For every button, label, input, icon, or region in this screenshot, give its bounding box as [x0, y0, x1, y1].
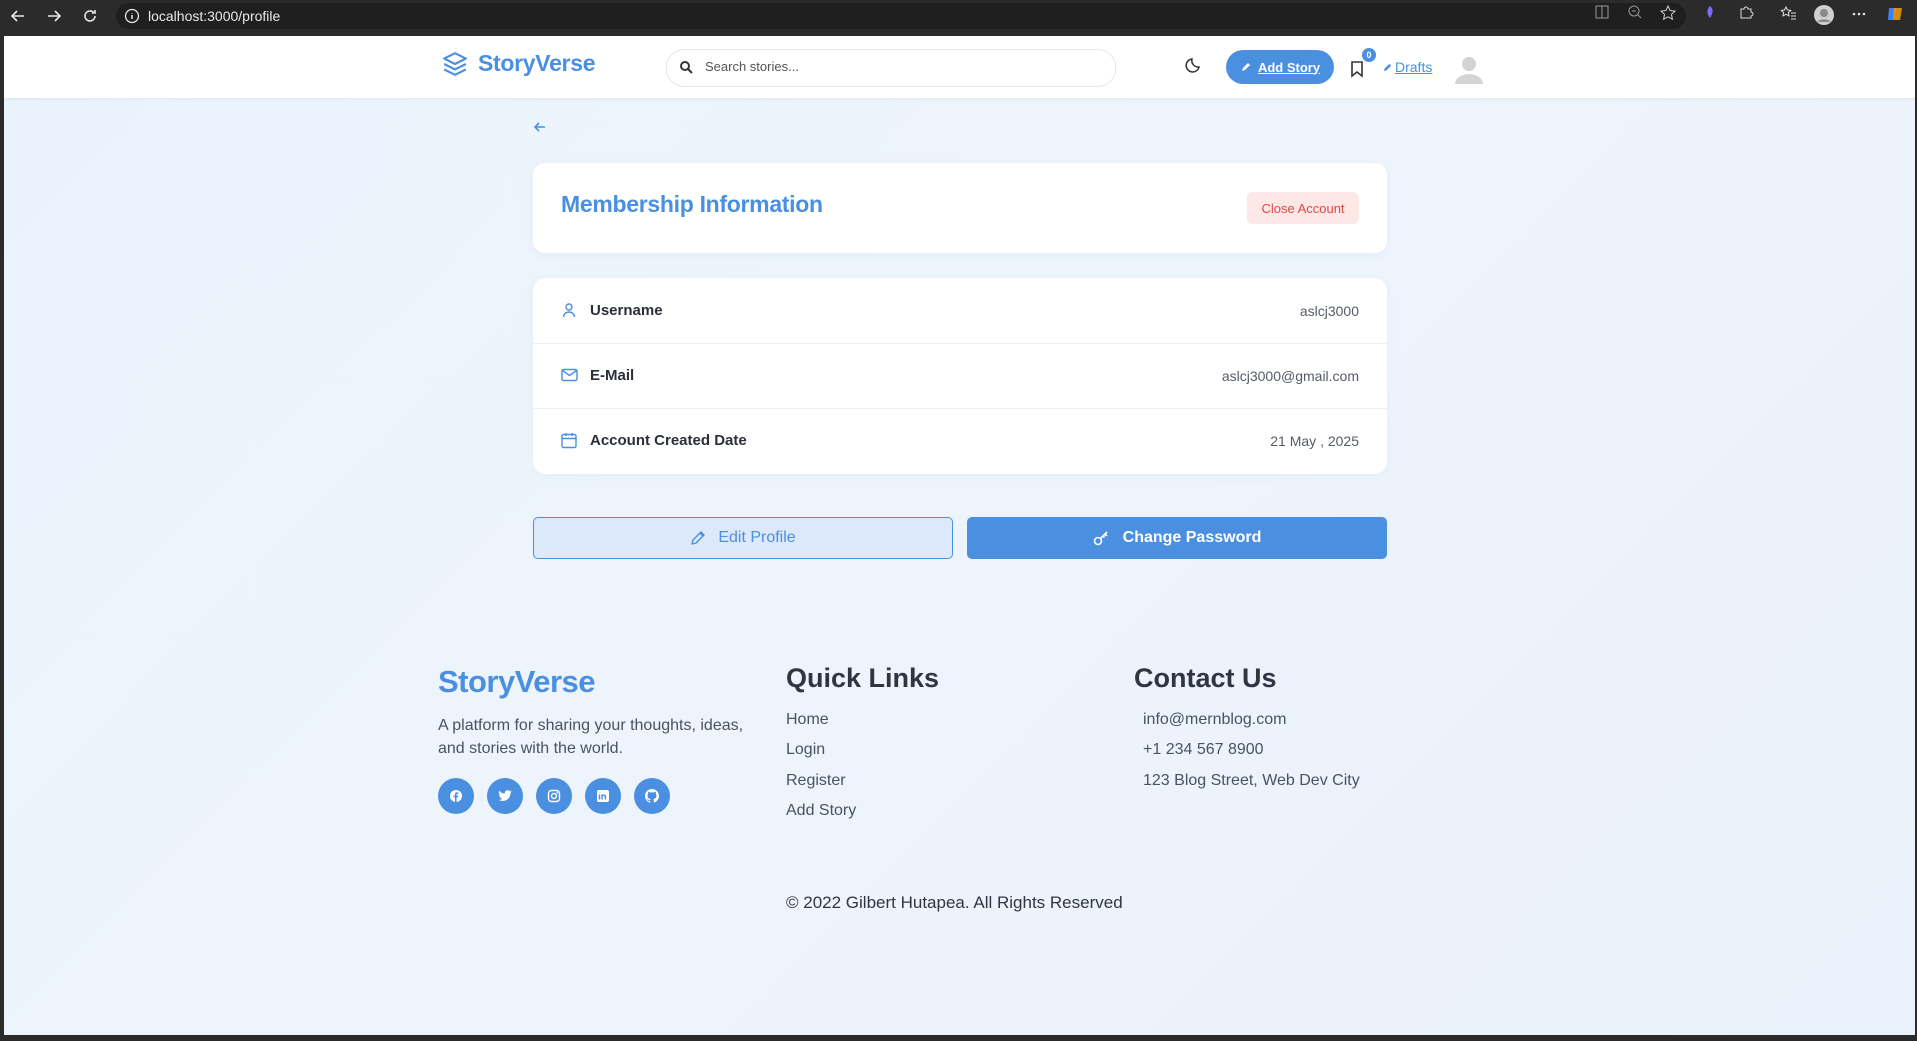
drafts-link[interactable]: Drafts: [1382, 59, 1432, 75]
user-icon: [561, 302, 577, 323]
footer-link-login[interactable]: Login: [786, 741, 825, 759]
footer-brand: StoryVerse: [438, 664, 596, 699]
forward-icon[interactable]: [42, 4, 66, 28]
page-viewport: StoryVerse Add Story 0 Drafts: [4, 36, 1915, 1035]
url-text: localhost:3000/profile: [148, 8, 281, 24]
user-avatar[interactable]: [1452, 52, 1486, 86]
reload-icon[interactable]: [78, 4, 102, 28]
contact-title: Contact Us: [1134, 663, 1277, 693]
zoom-icon[interactable]: [1627, 4, 1643, 25]
linkedin-icon[interactable]: [585, 778, 621, 814]
pencil-icon: [1241, 63, 1250, 71]
info-value: aslcj3000: [1299, 303, 1359, 319]
split-view-icon[interactable]: [1594, 4, 1610, 25]
favorite-star-icon[interactable]: [1659, 4, 1677, 27]
add-story-button[interactable]: Add Story: [1226, 50, 1334, 84]
info-row-username: Username aslcj3000: [533, 278, 1387, 344]
contact-phone: +1 234 567 8900: [1143, 741, 1264, 758]
edit-profile-button[interactable]: Edit Profile: [533, 517, 953, 559]
site-header: StoryVerse Add Story 0 Drafts: [4, 36, 1915, 98]
copyright-text: © 2022 Gilbert Hutapea. All Rights Reser…: [786, 893, 1123, 912]
membership-info-card: Username aslcj3000 E-Mail aslcj3000@gmai…: [533, 278, 1387, 474]
profile-icon[interactable]: [1813, 4, 1835, 31]
browser-chrome: localhost:3000/profile: [0, 0, 1917, 31]
footer-link-add-story[interactable]: Add Story: [786, 802, 856, 820]
bookmark-count-badge: 0: [1362, 48, 1376, 62]
pencil-icon: [691, 531, 706, 545]
brand-logo[interactable]: StoryVerse: [442, 50, 596, 77]
extensions-puzzle-icon[interactable]: [1738, 4, 1754, 25]
moon-icon[interactable]: [1185, 56, 1203, 79]
favorites-icon[interactable]: [1779, 4, 1797, 27]
mail-icon: [561, 367, 578, 388]
info-label: Account Created Date: [590, 432, 747, 449]
back-arrow-icon[interactable]: [533, 120, 547, 138]
drafts-label: Drafts: [1395, 59, 1433, 75]
info-row-created-date: Account Created Date 21 May , 2025: [533, 408, 1387, 473]
membership-header-card: Membership Information Close Account: [533, 163, 1387, 253]
info-value: 21 May , 2025: [1270, 433, 1359, 449]
contact-address: 123 Blog Street, Web Dev City: [1143, 772, 1360, 789]
layers-icon: [443, 51, 467, 76]
change-password-button[interactable]: Change Password: [967, 517, 1387, 559]
instagram-icon[interactable]: [536, 778, 572, 814]
key-icon: [1093, 531, 1108, 546]
back-icon[interactable]: [6, 4, 30, 28]
calendar-icon: [561, 432, 577, 454]
footer-link-home[interactable]: Home: [786, 711, 829, 729]
footer-link-register[interactable]: Register: [786, 772, 846, 790]
change-password-label: Change Password: [1122, 529, 1262, 546]
search-box[interactable]: [666, 49, 1116, 87]
info-label: Username: [590, 302, 663, 319]
add-story-label: Add Story: [1257, 59, 1321, 75]
info-label: E-Mail: [590, 367, 635, 384]
search-icon: [679, 60, 693, 79]
info-value: aslcj3000@gmail.com: [1221, 368, 1359, 384]
pencil-icon: [1383, 63, 1392, 71]
twitter-icon[interactable]: [487, 778, 523, 814]
search-input[interactable]: [703, 58, 1087, 75]
facebook-icon[interactable]: [438, 778, 474, 814]
quick-links-title: Quick Links: [786, 663, 940, 693]
page-title: Membership Information: [561, 191, 823, 217]
footer-description: A platform for sharing your thoughts, id…: [438, 717, 744, 757]
github-icon[interactable]: [634, 778, 670, 814]
bookmark-icon[interactable]: [1349, 60, 1365, 83]
info-row-email: E-Mail aslcj3000@gmail.com: [533, 343, 1387, 409]
site-info-icon[interactable]: [124, 8, 140, 29]
copilot-icon[interactable]: [1885, 4, 1905, 29]
brand-name: StoryVerse: [478, 50, 596, 76]
contact-email: info@mernblog.com: [1143, 711, 1287, 728]
more-options-icon[interactable]: [1851, 6, 1867, 27]
edit-profile-label: Edit Profile: [718, 529, 796, 546]
address-bar[interactable]: localhost:3000/profile: [116, 3, 1686, 29]
close-account-button[interactable]: Close Account: [1247, 192, 1359, 224]
social-links: [438, 778, 683, 814]
extension-icon[interactable]: [1702, 4, 1718, 25]
